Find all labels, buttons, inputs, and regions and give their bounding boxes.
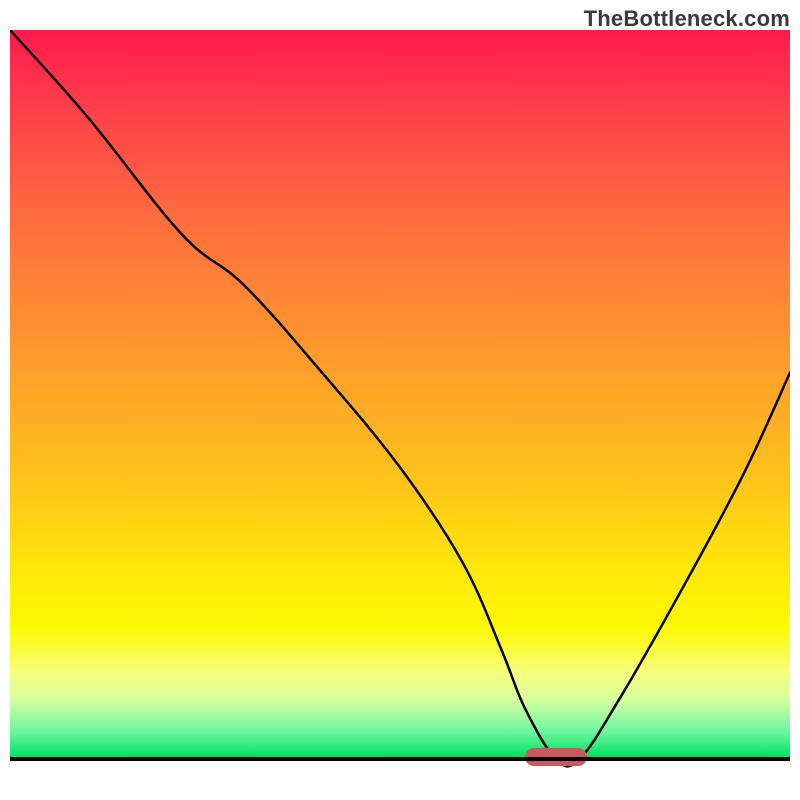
chart-container: TheBottleneck.com bbox=[0, 0, 800, 800]
bottleneck-curve bbox=[10, 30, 790, 766]
watermark-text: TheBottleneck.com bbox=[584, 6, 790, 32]
curve-svg bbox=[10, 30, 790, 790]
plot-area bbox=[10, 30, 790, 790]
x-axis-line bbox=[10, 757, 790, 761]
